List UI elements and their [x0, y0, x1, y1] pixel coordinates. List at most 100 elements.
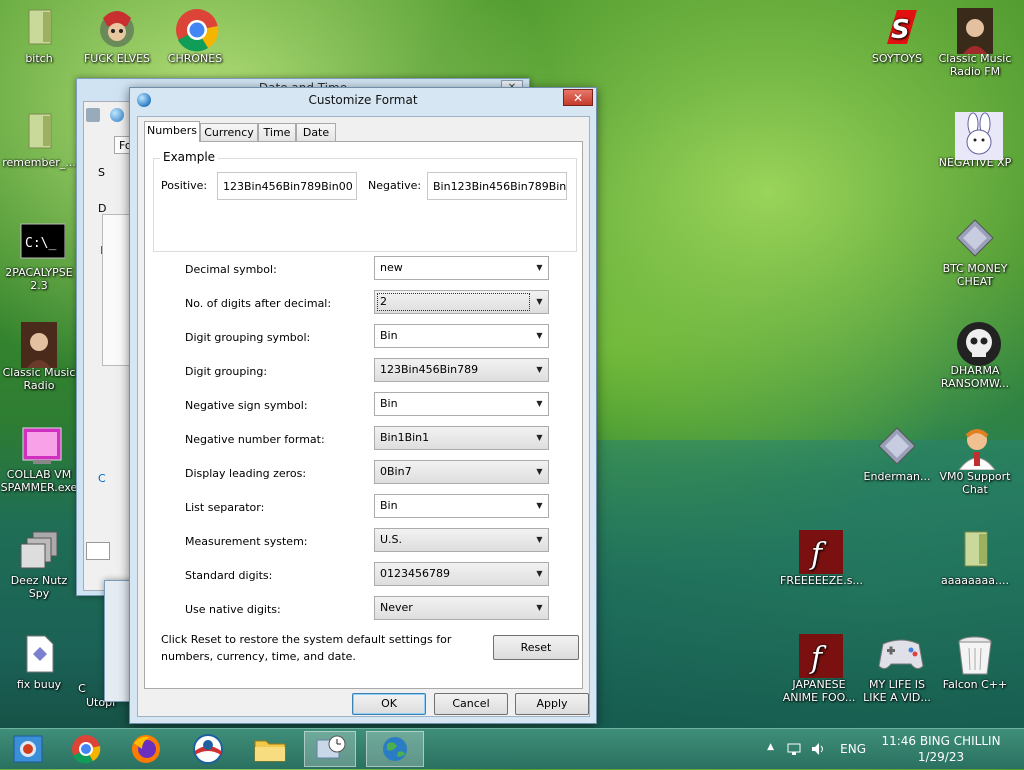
desktop-icon-label: FUCK ELVES — [83, 52, 151, 65]
desktop-icon-label: bitch — [25, 52, 53, 65]
taskbar-control-panel[interactable] — [304, 731, 356, 767]
speaker-icon[interactable] — [810, 741, 826, 757]
taskbar-file-explorer[interactable] — [244, 731, 296, 767]
digit-grouping-dropdown[interactable]: 123Bin456Bin789 ▼ — [374, 358, 549, 382]
svg-text:S: S — [891, 15, 910, 45]
customize-format-dialog[interactable]: Customize Format ✕ Numbers Currency Time… — [129, 87, 597, 724]
chevron-down-icon[interactable]: ▼ — [531, 461, 548, 483]
desktop-icon-remember[interactable]: remember_... — [0, 112, 78, 169]
taskbar-obama-logo[interactable] — [182, 731, 234, 767]
desktop-icon-falcon-cpp[interactable]: Falcon C++ — [936, 634, 1014, 691]
reset-note: Click Reset to restore the system defaul… — [161, 633, 452, 663]
chevron-down-icon[interactable]: ▼ — [531, 325, 548, 347]
tab-time[interactable]: Time — [258, 123, 296, 141]
gamepad-icon — [877, 634, 924, 674]
desktop-icon-negative-xp[interactable]: NEGATIVE XP — [936, 112, 1014, 169]
recycle-bin-icon — [955, 634, 995, 675]
flash-icon: f — [799, 530, 843, 574]
desktop-icon-my-life[interactable]: MY LIFE IS LIKE A VID... — [858, 634, 936, 704]
desktop-icon-soytoys[interactable]: S SOYTOYS — [858, 8, 936, 65]
folder-icon — [19, 112, 59, 152]
date-icon — [86, 108, 100, 122]
list-separator-combo[interactable]: Bin ▼ — [374, 494, 549, 518]
taskbar-windows-store[interactable] — [2, 731, 54, 767]
desktop-icon-freeeeeze[interactable]: f FREEEEEZE.s... — [780, 530, 863, 587]
control-panel-icon — [316, 735, 346, 759]
cancel-button[interactable]: Cancel — [434, 693, 508, 715]
digit-grouping-symbol-combo[interactable]: Bin ▼ — [374, 324, 549, 348]
standard-digits-dropdown[interactable]: 0123456789 ▼ — [374, 562, 549, 586]
taskbar-region-settings[interactable] — [366, 731, 424, 767]
chevron-up-icon[interactable]: ▲ — [767, 742, 774, 752]
chevron-down-icon[interactable]: ▼ — [531, 495, 548, 517]
desktop-icon-label: COLLAB VM SPAMMER.exe — [0, 468, 78, 494]
fragment-text: S — [98, 166, 105, 179]
fragment-link[interactable]: C — [98, 472, 106, 485]
desktop-icon-classic-music-radio[interactable]: Classic Music Radio — [0, 322, 78, 392]
terminal-icon: C:\_ — [19, 222, 66, 262]
desktop-icon-enderman[interactable]: Enderman... — [858, 426, 936, 483]
skull-icon — [955, 320, 1001, 366]
combo-value: Never — [380, 601, 413, 614]
desktop-icon-2pacalypse[interactable]: C:\_ 2PACALYPSE 2.3 — [0, 222, 78, 292]
desktop-icon-fuck-elves[interactable]: FUCK ELVES — [78, 8, 156, 65]
tab-numbers[interactable]: Numbers — [144, 121, 200, 142]
desktop-icon-deez-nutz-spy[interactable]: Deez Nutz Spy — [0, 530, 78, 600]
desktop-icon-dharma-ransomware[interactable]: DHARMA RANSOMW... — [936, 320, 1014, 390]
desktop-icon-collab-vm[interactable]: COLLAB VM SPAMMER.exe — [0, 424, 78, 494]
desktop-icon-label: aaaaaaaa.... — [941, 574, 1009, 587]
desktop-icon-label: JAPANESE ANIME FOO... — [782, 678, 856, 704]
desktop-icon-vm0-support-chat[interactable]: VM0 Support Chat — [936, 426, 1014, 496]
chevron-down-icon[interactable]: ▼ — [531, 529, 548, 551]
negative-number-format-dropdown[interactable]: Bin1Bin1 ▼ — [374, 426, 549, 450]
decimal-symbol-combo[interactable]: new ▼ — [374, 256, 549, 280]
close-button[interactable]: ✕ — [563, 89, 593, 106]
taskbar: ▲ ENG 11:46 BING CHILLIN 1/29/23 — [0, 728, 1024, 769]
apply-button[interactable]: Apply — [515, 693, 589, 715]
desktop-icon-classic-music-radio-fm[interactable]: Classic Music Radio FM — [936, 8, 1014, 78]
desktop-icon-label: CHRONES — [167, 52, 223, 65]
tab-date[interactable]: Date — [296, 123, 336, 141]
list-separator-label: List separator: — [185, 501, 265, 514]
globe-icon — [110, 108, 124, 122]
bunny-icon — [955, 112, 1003, 160]
combo-value: 0Bin7 — [380, 465, 412, 478]
button-fragment[interactable] — [86, 542, 110, 560]
measurement-system-dropdown[interactable]: U.S. ▼ — [374, 528, 549, 552]
desktop-icon-label: MY LIFE IS LIKE A VID... — [863, 678, 931, 704]
desktop-icon-partial-c[interactable]: C — [62, 682, 102, 695]
flash-icon: f — [799, 634, 843, 678]
desktop-icon-aaaaaaaa[interactable]: aaaaaaaa.... — [936, 530, 1014, 587]
desktop-icon-label: C — [78, 682, 86, 695]
desktop-icon-japanese-anime[interactable]: f JAPANESE ANIME FOO... — [780, 634, 858, 704]
tab-currency[interactable]: Currency — [200, 123, 258, 141]
chevron-down-icon[interactable]: ▼ — [531, 291, 548, 313]
use-native-digits-label: Use native digits: — [185, 603, 281, 616]
desktop-icon-chrones[interactable]: CHRONES — [156, 8, 234, 65]
taskbar-chrome[interactable] — [60, 731, 112, 767]
dialog-title: Customize Format — [308, 93, 418, 107]
reset-button[interactable]: Reset — [493, 635, 579, 660]
clock[interactable]: 11:46 BING CHILLIN 1/29/23 — [876, 733, 1006, 765]
chevron-down-icon[interactable]: ▼ — [531, 359, 548, 381]
use-native-digits-dropdown[interactable]: Never ▼ — [374, 596, 549, 620]
taskbar-firefox[interactable] — [120, 731, 172, 767]
chevron-down-icon[interactable]: ▼ — [531, 597, 548, 619]
desktop-icon-bitch[interactable]: bitch — [0, 8, 78, 65]
soytoys-logo-icon: S — [877, 8, 917, 48]
chevron-down-icon[interactable]: ▼ — [531, 427, 548, 449]
chrome-icon — [175, 8, 219, 52]
chevron-down-icon[interactable]: ▼ — [531, 257, 548, 279]
chevron-down-icon[interactable]: ▼ — [531, 393, 548, 415]
language-indicator[interactable]: ENG — [840, 742, 866, 756]
dialog-body: Numbers Currency Time Date Example Posit… — [137, 116, 590, 717]
display-leading-zeros-dropdown[interactable]: 0Bin7 ▼ — [374, 460, 549, 484]
negative-sign-symbol-combo[interactable]: Bin ▼ — [374, 392, 549, 416]
ok-button[interactable]: OK — [352, 693, 426, 715]
chevron-down-icon[interactable]: ▼ — [531, 563, 548, 585]
combo-value: U.S. — [380, 533, 403, 546]
digits-after-decimal-dropdown[interactable]: 2 ▼ — [374, 290, 549, 314]
network-icon[interactable] — [786, 741, 802, 757]
desktop-icon-btc-money-cheat[interactable]: BTC MONEY CHEAT — [936, 218, 1014, 288]
clock-time: 11:46 BING CHILLIN — [881, 734, 1001, 748]
